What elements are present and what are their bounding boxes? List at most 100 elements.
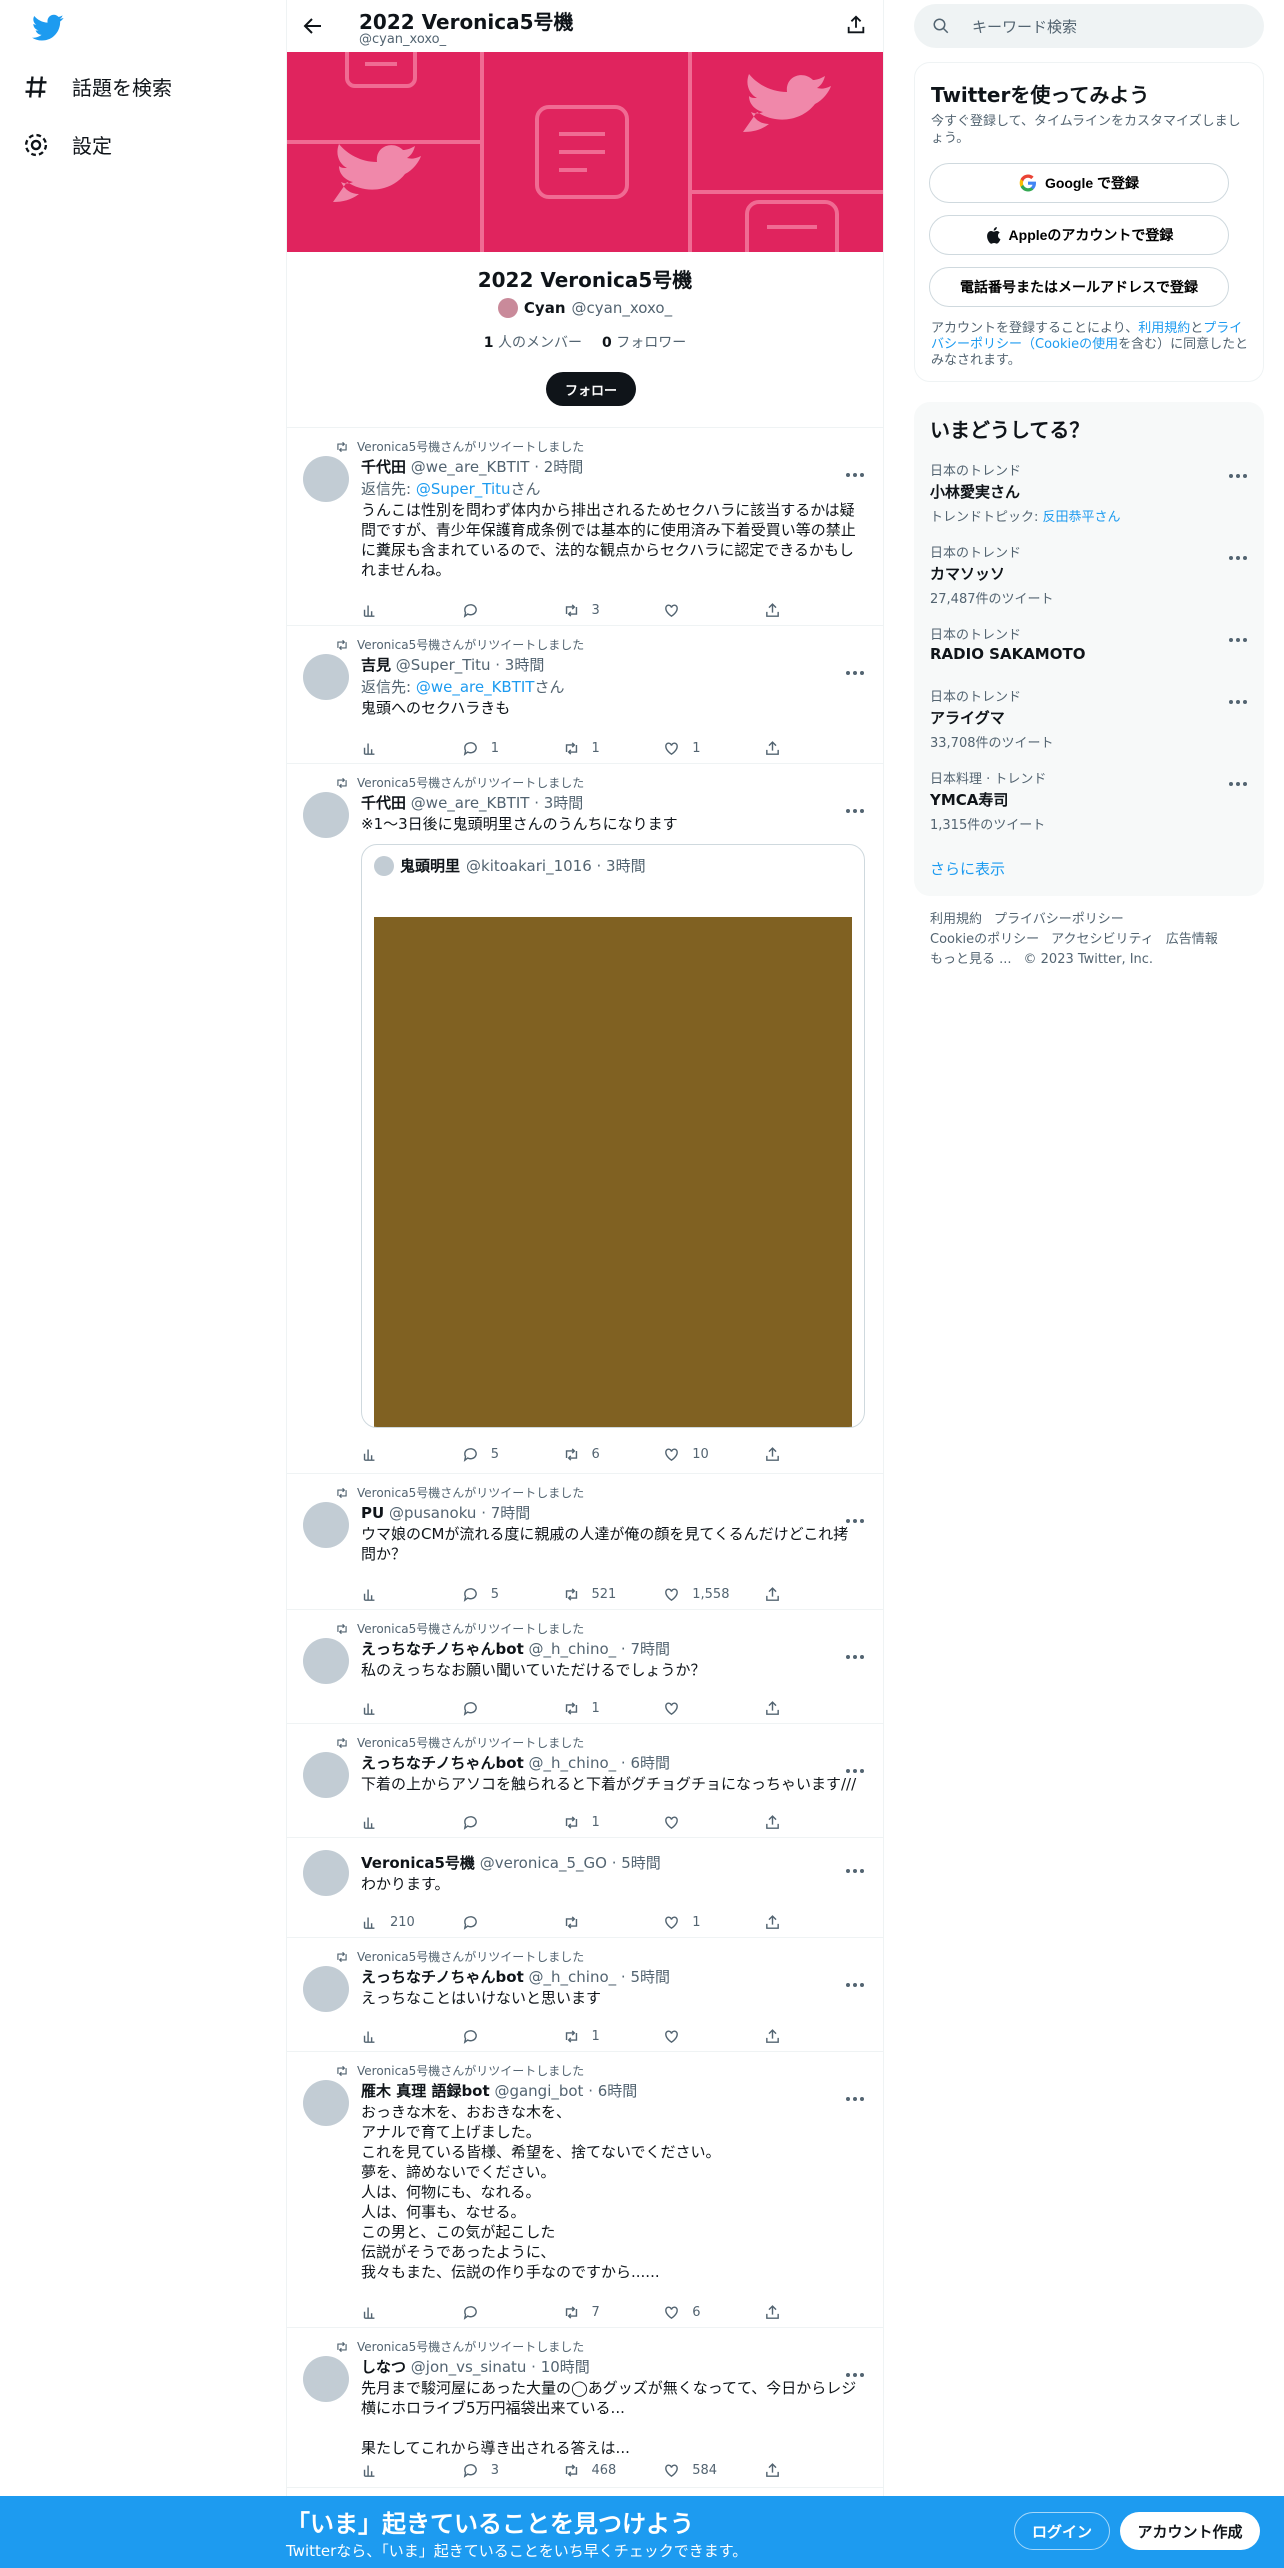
like-button[interactable]: 1 <box>663 1912 764 1932</box>
retweet-button[interactable]: 7 <box>563 2302 664 2322</box>
more-icon[interactable] <box>845 661 865 675</box>
twitter-logo-icon[interactable] <box>32 14 64 42</box>
nav-explore[interactable]: 話題を検索 <box>22 72 172 101</box>
share-button[interactable] <box>764 600 781 620</box>
footer-more[interactable]: もっと見る ... <box>930 952 1012 967</box>
tweet[interactable]: Veronica5号機さんがリツイートしました えっちなチノちゃんbot @_h_… <box>287 1938 883 2052</box>
tweet-author[interactable]: 吉見 @Super_Titu · 3時間 <box>361 654 544 675</box>
reply-button[interactable] <box>462 1912 563 1932</box>
trend-topic-link[interactable]: 反田恭平さん <box>1043 510 1121 525</box>
views-button[interactable] <box>361 1444 462 1464</box>
more-icon[interactable] <box>845 2087 865 2101</box>
share-button[interactable] <box>764 2026 781 2046</box>
more-icon[interactable] <box>1228 546 1248 560</box>
views-button[interactable] <box>361 2460 462 2480</box>
show-more-link[interactable]: さらに表示 <box>930 858 1005 879</box>
tweet[interactable]: Veronica5号機さんがリツイートしました 雁木 真理 語録bot @gang… <box>287 2052 883 2328</box>
share-button[interactable] <box>764 1584 781 1604</box>
phone-email-signup-button[interactable]: 電話番号またはメールアドレスで登録 <box>929 267 1229 307</box>
login-button[interactable]: ログイン <box>1014 2512 1110 2550</box>
trend-item[interactable]: 日本のトレンド 小林愛実さん トレンドトピック: 反田恭平さん <box>930 460 1248 525</box>
avatar[interactable] <box>303 2356 349 2402</box>
tweet[interactable]: Veronica5号機さんがリツイートしました 吉見 @Super_Titu · … <box>287 626 883 764</box>
followers-link[interactable]: 0 フォロワー <box>602 332 686 352</box>
like-button[interactable] <box>663 600 764 620</box>
more-icon[interactable] <box>845 2363 865 2377</box>
tweet[interactable]: Veronica5号機さんがリツイートしました えっちなチノちゃんbot @_h_… <box>287 1610 883 1724</box>
like-button[interactable]: 6 <box>663 2302 764 2322</box>
trend-item[interactable]: 日本料理 · トレンド YMCA寿司 1,315件のツイート <box>930 768 1248 833</box>
retweet-button[interactable]: 468 <box>563 2460 664 2480</box>
tweet[interactable]: Veronica5号機さんがリツイートしました PU @pusanoku · 7時… <box>287 1474 883 1610</box>
more-icon[interactable] <box>845 463 865 477</box>
create-account-button[interactable]: アカウント作成 <box>1120 2512 1260 2550</box>
footer-accessibility[interactable]: アクセシビリティ <box>1051 932 1154 947</box>
retweet-button[interactable]: 1 <box>563 1812 664 1832</box>
retweet-button[interactable]: 3 <box>563 600 664 620</box>
more-icon[interactable] <box>1228 464 1248 478</box>
retweet-button[interactable]: 6 <box>563 1444 664 1464</box>
trend-item[interactable]: 日本のトレンド RADIO SAKAMOTO <box>930 624 1248 667</box>
retweet-button[interactable]: 1 <box>563 1698 664 1718</box>
avatar[interactable] <box>303 2080 349 2126</box>
views-button[interactable] <box>361 1698 462 1718</box>
tweet[interactable]: Veronica5号機さんがリツイートしました 千代田 @we_are_KBTIT… <box>287 764 883 1474</box>
avatar[interactable] <box>303 1502 349 1548</box>
more-icon[interactable] <box>845 1645 865 1659</box>
follow-button[interactable]: フォロー <box>546 372 636 406</box>
avatar[interactable] <box>303 792 349 838</box>
retweet-button[interactable]: 521 <box>563 1584 664 1604</box>
reply-to-link[interactable]: @Super_Titu <box>416 480 511 498</box>
tweet-author[interactable]: えっちなチノちゃんbot @_h_chino_ · 6時間 <box>361 1752 670 1773</box>
share-button[interactable] <box>764 1698 781 1718</box>
avatar[interactable] <box>303 1752 349 1798</box>
google-signup-button[interactable]: Google で登録 <box>929 163 1229 203</box>
share-button[interactable] <box>764 1912 781 1932</box>
trend-item[interactable]: 日本のトレンド カマソッソ 27,487件のツイート <box>930 542 1248 607</box>
avatar[interactable] <box>303 1966 349 2012</box>
reply-button[interactable]: 3 <box>462 2460 563 2480</box>
retweet-button[interactable]: 1 <box>563 738 664 758</box>
tweet-author[interactable]: Veronica5号機 @veronica_5_GO · 5時間 <box>361 1852 661 1873</box>
search-box[interactable]: キーワード検索 <box>914 4 1264 48</box>
views-button[interactable] <box>361 1584 462 1604</box>
avatar[interactable] <box>303 654 349 700</box>
reply-button[interactable]: 1 <box>462 738 563 758</box>
footer-privacy[interactable]: プライバシーポリシー <box>994 912 1124 927</box>
views-button[interactable]: 210 <box>361 1912 462 1932</box>
tweet-author[interactable]: 千代田 @we_are_KBTIT · 2時間 <box>361 456 583 477</box>
like-button[interactable]: 1,558 <box>663 1584 764 1604</box>
more-icon[interactable] <box>845 1509 865 1523</box>
avatar[interactable] <box>303 456 349 502</box>
trend-item[interactable]: 日本のトレンド アライグマ 33,708件のツイート <box>930 686 1248 751</box>
more-icon[interactable] <box>845 1973 865 1987</box>
reply-button[interactable] <box>462 1812 563 1832</box>
share-button[interactable] <box>764 1812 781 1832</box>
share-button[interactable] <box>764 738 781 758</box>
like-button[interactable] <box>663 2026 764 2046</box>
tweet[interactable]: Veronica5号機 @veronica_5_GO · 5時間 わかります。 2… <box>287 1838 883 1938</box>
like-button[interactable]: 10 <box>663 1444 764 1464</box>
views-button[interactable] <box>361 600 462 620</box>
views-button[interactable] <box>361 1812 462 1832</box>
more-icon[interactable] <box>845 799 865 813</box>
like-button[interactable] <box>663 1812 764 1832</box>
tweet-author[interactable]: しなつ @jon_vs_sinatu · 10時間 <box>361 2356 590 2377</box>
share-button[interactable] <box>764 2460 781 2480</box>
views-button[interactable] <box>361 738 462 758</box>
reply-button[interactable]: 5 <box>462 1584 563 1604</box>
tweet[interactable]: Veronica5号機さんがリツイートしました しなつ @jon_vs_sinat… <box>287 2328 883 2488</box>
more-icon[interactable] <box>1228 628 1248 642</box>
more-icon[interactable] <box>1228 690 1248 704</box>
footer-ads[interactable]: 広告情報 <box>1166 932 1218 947</box>
quoted-image[interactable] <box>374 917 852 1427</box>
avatar[interactable] <box>303 1638 349 1684</box>
reply-button[interactable] <box>462 1698 563 1718</box>
terms-link[interactable]: 利用規約 <box>1138 321 1190 336</box>
like-button[interactable] <box>663 1698 764 1718</box>
reply-button[interactable] <box>462 2302 563 2322</box>
back-arrow-icon[interactable] <box>301 14 325 38</box>
footer-terms[interactable]: 利用規約 <box>930 912 982 927</box>
tweet[interactable]: Veronica5号機さんがリツイートしました 千代田 @we_are_KBTIT… <box>287 428 883 626</box>
members-link[interactable]: 1 人のメンバー <box>484 332 582 352</box>
